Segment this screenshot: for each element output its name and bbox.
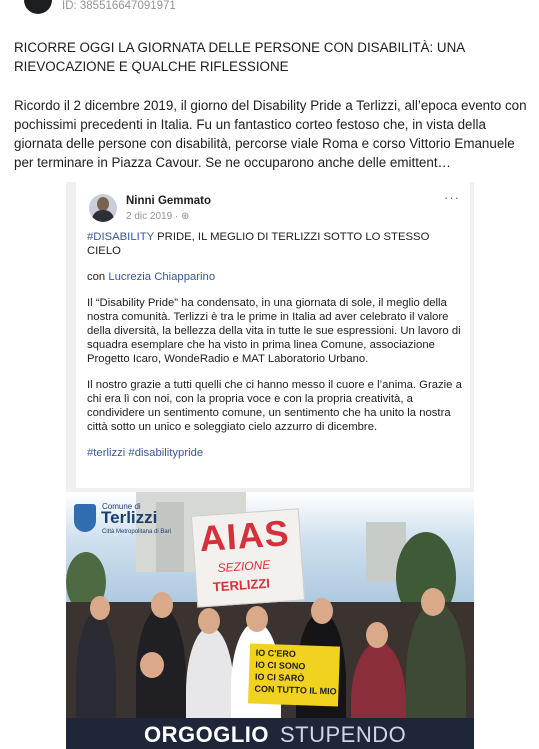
- shared-post-date: 2 dic 2019 · ⊕: [126, 211, 190, 222]
- shared-post-with: con Lucrezia Chiapparino: [87, 271, 216, 283]
- shared-author-avatar: [89, 194, 117, 222]
- terlizzi-logo: Comune di Terlizzi Città Metropolitana d…: [74, 502, 194, 542]
- coat-of-arms-icon: [74, 504, 96, 532]
- globe-icon: ⊕: [181, 211, 190, 222]
- caption-orgoglio: ORGOGLIO: [144, 722, 269, 747]
- shared-post-headline: #DISABILITY PRIDE, IL MEGLIO DI TERLIZZI…: [87, 231, 430, 257]
- more-options-icon: ···: [444, 190, 460, 205]
- yellow-sign: IO C'ERO IO CI SONO IO CI SARÒ CON TUTTO…: [247, 643, 341, 707]
- shared-post-paragraph-1: Il “Disability Pride” ha condensato, in …: [87, 297, 461, 365]
- crowd-photo: Comune di Terlizzi Città Metropolitana d…: [66, 492, 474, 749]
- shared-post-content: #DISABILITY PRIDE, IL MEGLIO DI TERLIZZI…: [87, 230, 463, 472]
- aias-banner: AIAS SEZIONE TERLIZZI: [190, 508, 306, 608]
- hashtag-disability: #DISABILITY: [87, 231, 154, 243]
- shared-post-paragraph-2: Il nostro grazie a tutti quelli che ci h…: [87, 379, 462, 433]
- shared-post-card: Ninni Gemmato 2 dic 2019 · ⊕ ··· #DISABI…: [76, 182, 470, 488]
- post-title: RICORRE OGGI LA GIORNATA DELLE PERSONE C…: [14, 40, 465, 74]
- shared-author-name: Ninni Gemmato: [126, 195, 211, 207]
- shared-post-hashtags: #terlizzi #disabilitypride: [87, 447, 204, 459]
- mention-lucrezia: Lucrezia Chiapparino: [108, 271, 216, 283]
- photo-caption-bar: [66, 718, 474, 749]
- caption-stupendo: STUPENDO: [280, 722, 407, 747]
- shared-post-screenshot[interactable]: Ninni Gemmato 2 dic 2019 · ⊕ ··· #DISABI…: [66, 182, 474, 749]
- post-header: ID: 385516647091971: [0, 0, 539, 16]
- post-id: ID: 385516647091971: [62, 0, 176, 12]
- author-avatar[interactable]: [24, 0, 52, 14]
